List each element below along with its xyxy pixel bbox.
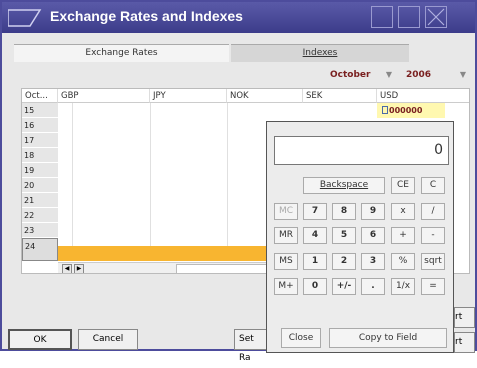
- right-action-button-1[interactable]: rt: [454, 307, 475, 328]
- calc-key-mc[interactable]: MC: [274, 203, 298, 220]
- month-value: October: [330, 70, 371, 80]
- calc-key-7[interactable]: 7: [303, 203, 327, 220]
- calc-key-3[interactable]: 3: [361, 253, 385, 270]
- calculator-popup: 0 Backspace CE C MC 7 8 9 x / MR 4 5 6 +…: [266, 121, 454, 353]
- backspace-label: Backspace: [319, 180, 369, 190]
- year-value: 2006: [406, 70, 432, 80]
- calc-key-0[interactable]: 0: [303, 278, 327, 295]
- set-rate-button[interactable]: Set Ra: [234, 329, 266, 363]
- scroll-right-button[interactable]: ▶: [74, 264, 84, 273]
- row-label[interactable]: 19: [22, 163, 58, 178]
- horizontal-scrollbar[interactable]: ◀ ▶: [58, 262, 283, 273]
- row-label[interactable]: 16: [22, 118, 58, 133]
- close-window-button[interactable]: [425, 6, 447, 28]
- calc-key-4[interactable]: 4: [303, 227, 327, 244]
- calc-key-sqrt[interactable]: sqrt: [421, 253, 445, 270]
- row-label[interactable]: 17: [22, 133, 58, 148]
- clear-entry-button[interactable]: CE: [391, 177, 415, 194]
- row-label[interactable]: 18: [22, 148, 58, 163]
- calc-key-sign[interactable]: +/-: [332, 278, 356, 295]
- year-select[interactable]: 2006 ▼: [406, 68, 468, 82]
- calculator-close-button[interactable]: Close: [281, 328, 321, 348]
- calc-key-9[interactable]: 9: [361, 203, 385, 220]
- backspace-button[interactable]: Backspace: [303, 177, 385, 194]
- usd-rate-value: 000000: [389, 106, 423, 115]
- tab-exchange-rates[interactable]: Exchange Rates: [14, 44, 229, 62]
- calc-key-reciprocal[interactable]: 1/x: [391, 278, 415, 295]
- calc-key-2[interactable]: 2: [332, 253, 356, 270]
- row-label[interactable]: 23: [22, 223, 58, 238]
- scroll-thumb[interactable]: [176, 264, 276, 273]
- usd-rate-cell[interactable]: 000000: [377, 103, 445, 118]
- calc-key-6[interactable]: 6: [361, 227, 385, 244]
- cancel-button[interactable]: Cancel: [78, 329, 138, 350]
- calc-key-plus[interactable]: +: [391, 227, 415, 244]
- column-header-usd[interactable]: USD: [377, 89, 469, 103]
- title-bar[interactable]: Exchange Rates and Indexes: [2, 2, 475, 33]
- close-icon: [427, 8, 445, 26]
- calc-key-m-plus[interactable]: M+: [274, 278, 298, 295]
- row-label[interactable]: 24: [22, 238, 58, 261]
- tab-strip: Exchange Rates Indexes: [14, 44, 469, 62]
- row-label[interactable]: 20: [22, 178, 58, 193]
- minimize-button[interactable]: [371, 6, 393, 28]
- copy-to-field-button[interactable]: Copy to Field: [329, 328, 447, 348]
- selected-row-highlight: [58, 246, 283, 261]
- window-title: Exchange Rates and Indexes: [50, 8, 243, 24]
- maximize-button[interactable]: [398, 6, 420, 28]
- ok-button[interactable]: OK: [8, 329, 72, 350]
- column-divider: [150, 103, 151, 260]
- calculator-display: 0: [274, 136, 449, 165]
- calc-key-multiply[interactable]: x: [391, 203, 415, 220]
- calc-key-percent[interactable]: %: [391, 253, 415, 270]
- calc-key-equals[interactable]: =: [421, 278, 445, 295]
- month-select[interactable]: October ▼: [330, 68, 394, 82]
- row-label[interactable]: 22: [22, 208, 58, 223]
- right-action-button-2[interactable]: rt: [454, 332, 475, 353]
- calculator-icon[interactable]: [382, 106, 388, 114]
- chevron-down-icon: ▼: [385, 70, 392, 79]
- calc-key-8[interactable]: 8: [332, 203, 356, 220]
- calc-key-decimal[interactable]: .: [361, 278, 385, 295]
- scroll-left-button[interactable]: ◀: [62, 264, 72, 273]
- calc-key-1[interactable]: 1: [303, 253, 327, 270]
- app-logo-icon: [8, 9, 42, 27]
- tab-indexes[interactable]: Indexes: [231, 44, 409, 62]
- calc-key-mr[interactable]: MR: [274, 227, 298, 244]
- column-divider: [72, 103, 73, 260]
- clear-button[interactable]: C: [421, 177, 445, 194]
- column-header-gbp[interactable]: GBP: [58, 89, 150, 103]
- calc-key-divide[interactable]: /: [421, 203, 445, 220]
- tab-indexes-label: Indexes: [302, 48, 338, 58]
- column-divider: [227, 103, 228, 260]
- calc-key-5[interactable]: 5: [332, 227, 356, 244]
- calc-key-ms[interactable]: MS: [274, 253, 298, 270]
- calc-key-minus[interactable]: -: [421, 227, 445, 244]
- chevron-down-icon: ▼: [459, 70, 466, 79]
- column-header-nok[interactable]: NOK: [227, 89, 303, 103]
- column-header-sek[interactable]: SEK: [303, 89, 377, 103]
- exchange-rates-window: Exchange Rates and Indexes Exchange Rate…: [0, 0, 477, 363]
- copy-to-field-label: Copy to Field: [358, 333, 418, 343]
- column-header-jpy[interactable]: JPY: [150, 89, 227, 103]
- row-label[interactable]: 15: [22, 103, 58, 118]
- column-header-day[interactable]: Oct...: [22, 89, 58, 103]
- row-label[interactable]: 21: [22, 193, 58, 208]
